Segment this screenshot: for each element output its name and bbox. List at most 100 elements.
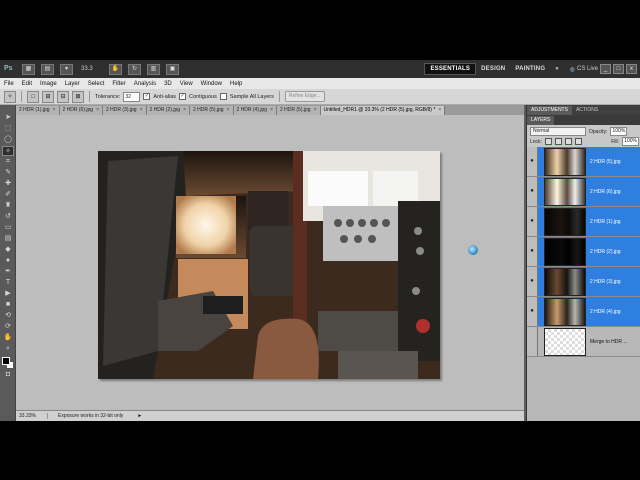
close-tab-icon[interactable]: ×	[438, 106, 441, 115]
close-tab-icon[interactable]: ×	[53, 106, 56, 115]
crop-tool-icon[interactable]: ⌗	[2, 157, 14, 167]
opacity-input[interactable]: 100%	[610, 127, 628, 136]
move-tool-icon[interactable]: ➤	[2, 113, 14, 123]
doc-tab[interactable]: 2 HDR (6).jpg ×	[59, 106, 103, 115]
status-zoom[interactable]: 33.33%	[16, 413, 48, 419]
close-tab-icon[interactable]: ×	[314, 106, 317, 115]
layer-row[interactable]: ● 2 HDR (2).jpg	[527, 237, 640, 267]
cs-live-button[interactable]: ◍ CS Live	[570, 66, 598, 73]
menu-view[interactable]: View	[176, 81, 197, 87]
tab-adjustments[interactable]: ADJUSTMENTS	[527, 106, 572, 115]
canvas-area[interactable]	[16, 115, 524, 410]
lock-transparency-icon[interactable]	[544, 138, 552, 145]
dodge-tool-icon[interactable]: ●	[2, 256, 14, 266]
close-button[interactable]: x	[626, 64, 637, 74]
menu-edit[interactable]: Edit	[18, 81, 36, 87]
doc-tab[interactable]: 2 HDR (2).jpg ×	[146, 106, 190, 115]
layer-name[interactable]: 2 HDR (2).jpg	[590, 249, 621, 255]
healing-brush-tool-icon[interactable]: ✚	[2, 179, 14, 189]
foreground-color-swatch[interactable]	[2, 357, 10, 365]
sample-all-layers-checkbox[interactable]	[219, 93, 227, 100]
layer-row[interactable]: ● 2 HDR (6).jpg	[527, 177, 640, 207]
layer-name[interactable]: 2 HDR (4).jpg	[590, 309, 621, 315]
menu-help[interactable]: Help	[226, 81, 246, 87]
contiguous-checkbox[interactable]: ✓	[179, 93, 187, 100]
lasso-tool-icon[interactable]: ◯	[2, 135, 14, 145]
layer-row[interactable]: ● 2 HDR (4).jpg	[527, 297, 640, 327]
visibility-eye-icon[interactable]	[527, 327, 538, 356]
close-tab-icon[interactable]: ×	[96, 106, 99, 115]
layer-name[interactable]: Merge to HDR ...	[590, 339, 628, 345]
shape-tool-icon[interactable]: ■	[2, 300, 14, 310]
magic-wand-icon[interactable]: ✧	[4, 90, 16, 103]
magic-wand-tool-icon[interactable]: ✧	[2, 146, 14, 156]
refine-edge-button[interactable]: Refine Edge...	[284, 91, 325, 102]
eraser-tool-icon[interactable]: ▭	[2, 223, 14, 233]
workspace-design[interactable]: DESIGN	[476, 64, 510, 74]
menu-layer[interactable]: Layer	[61, 81, 84, 87]
new-selection-icon[interactable]: □	[27, 90, 39, 103]
add-selection-icon[interactable]: ⊞	[42, 90, 54, 103]
zoom-tool-icon[interactable]: ⌕	[2, 344, 14, 354]
doc-tab[interactable]: 2 HDR (5).jpg ×	[277, 106, 321, 115]
brush-tool-icon[interactable]: ✐	[2, 190, 14, 200]
status-menu-arrow-icon[interactable]: ►	[137, 413, 142, 419]
type-tool-icon[interactable]: T	[2, 278, 14, 288]
rotate-view-button[interactable]: ↻	[128, 63, 141, 75]
visibility-eye-icon[interactable]: ●	[527, 147, 538, 176]
tab-actions[interactable]: ACTIONS	[572, 106, 602, 115]
gradient-tool-icon[interactable]: ▤	[2, 234, 14, 244]
layer-name[interactable]: 2 HDR (3).jpg	[590, 279, 621, 285]
doc-tab[interactable]: 2 HDR (4).jpg ×	[233, 106, 277, 115]
hand-button[interactable]: ✋	[109, 63, 122, 75]
arrange-docs-button[interactable]: ▥	[147, 63, 160, 75]
lock-all-icon[interactable]	[574, 138, 582, 145]
document-image[interactable]	[98, 151, 440, 379]
anti-alias-checkbox[interactable]: ✓	[143, 93, 151, 100]
menu-analysis[interactable]: Analysis	[130, 81, 160, 87]
blend-mode-select[interactable]: Normal	[530, 127, 586, 136]
eyedropper-tool-icon[interactable]: ✎	[2, 168, 14, 178]
layer-row[interactable]: ● 2 HDR (3).jpg	[527, 267, 640, 297]
layer-row[interactable]: ● 2 HDR (1).jpg	[527, 207, 640, 237]
3d-rotate-tool-icon[interactable]: ⟲	[2, 311, 14, 321]
visibility-eye-icon[interactable]: ●	[527, 267, 538, 296]
marquee-tool-icon[interactable]: ⬚	[2, 124, 14, 134]
workspace-essentials[interactable]: ESSENTIALS	[424, 63, 477, 75]
layer-row[interactable]: ● 2 HDR (5).jpg	[527, 147, 640, 177]
doc-tab[interactable]: 2 HDR (5).jpg ×	[190, 106, 234, 115]
menu-window[interactable]: Window	[197, 81, 226, 87]
doc-tab-active[interactable]: Untitled_HDR1 @ 33.3% (2 HDR (5).jpg, RG…	[320, 106, 446, 115]
screen-mode-button[interactable]: ▣	[166, 63, 179, 75]
mini-bridge-button[interactable]: ▤	[41, 63, 54, 75]
visibility-eye-icon[interactable]: ●	[527, 237, 538, 266]
tolerance-input[interactable]: 32	[123, 91, 141, 102]
close-tab-icon[interactable]: ×	[270, 106, 273, 115]
pen-tool-icon[interactable]: ✒	[2, 267, 14, 277]
layer-name[interactable]: 2 HDR (5).jpg	[590, 159, 621, 165]
close-tab-icon[interactable]: ×	[140, 106, 143, 115]
path-selection-tool-icon[interactable]: ▶	[2, 289, 14, 299]
visibility-eye-icon[interactable]: ●	[527, 297, 538, 326]
layer-row[interactable]: Merge to HDR ...	[527, 327, 640, 357]
tab-layers[interactable]: LAYERS	[527, 116, 555, 125]
intersect-selection-icon[interactable]: ⊠	[72, 90, 84, 103]
lock-pixels-icon[interactable]	[554, 138, 562, 145]
extras-button[interactable]: ▾	[60, 63, 73, 75]
menu-select[interactable]: Select	[84, 81, 109, 87]
close-tab-icon[interactable]: ×	[227, 106, 230, 115]
quick-mask-icon[interactable]: ◘	[2, 370, 14, 380]
menu-image[interactable]: Image	[36, 81, 61, 87]
3d-orbit-tool-icon[interactable]: ⟳	[2, 322, 14, 332]
hand-tool-icon[interactable]: ✋	[2, 333, 14, 343]
blur-tool-icon[interactable]: ◆	[2, 245, 14, 255]
visibility-eye-icon[interactable]: ●	[527, 207, 538, 236]
layer-name[interactable]: 2 HDR (6).jpg	[590, 189, 621, 195]
subtract-selection-icon[interactable]: ⊟	[57, 90, 69, 103]
more-workspaces-button[interactable]: »	[550, 64, 564, 74]
zoom-level[interactable]: 33.3	[81, 66, 103, 72]
bridge-button[interactable]: ▦	[22, 63, 35, 75]
history-brush-tool-icon[interactable]: ↺	[2, 212, 14, 222]
doc-tab[interactable]: 2 HDR (1).jpg ×	[16, 106, 60, 115]
visibility-eye-icon[interactable]: ●	[527, 177, 538, 206]
